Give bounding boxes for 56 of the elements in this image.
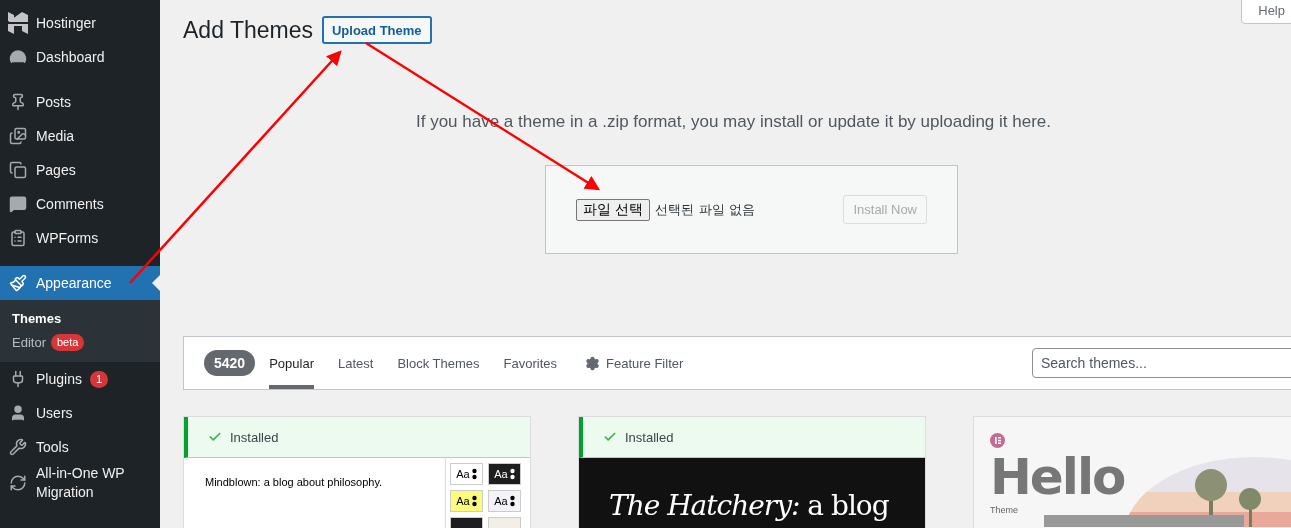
menu-item[interactable]: Plugins 1 (0, 362, 160, 396)
menu-item[interactable]: Hostinger (0, 6, 160, 40)
menu-icon (9, 161, 27, 179)
theme-card[interactable]: Installed The Hatchery: a blog (578, 416, 926, 528)
help-tab[interactable]: Help (1241, 0, 1291, 24)
logo-icon (8, 12, 28, 34)
choose-file-button[interactable]: 파일 선택 (576, 198, 651, 221)
beta-badge: beta (50, 334, 85, 351)
installed-label: Installed (230, 429, 279, 445)
menu-item[interactable]: Pages (0, 153, 160, 187)
filter-tab[interactable]: Block Themes (397, 337, 480, 389)
menu-icon (9, 438, 27, 456)
filter-tab[interactable]: Favorites (503, 337, 557, 389)
menu-item[interactable]: Posts (0, 85, 160, 119)
theme-tagline: Mindblown: a blog about philosophy. (205, 476, 384, 490)
elementor-icon (990, 433, 1005, 448)
menu-item[interactable]: All-in-One WP Migration (0, 464, 160, 502)
theme-count: 5420 (204, 350, 256, 376)
submenu-item[interactable]: Editor (12, 335, 46, 350)
menu-item[interactable]: Appearance (0, 266, 160, 300)
menu-icon (9, 229, 27, 247)
menu-icon (9, 195, 27, 213)
menu-icon (9, 127, 27, 145)
upload-theme-button[interactable]: Upload Theme (322, 16, 432, 44)
style-swatch: Aa (488, 490, 521, 512)
menu-item[interactable]: Tools (0, 430, 160, 464)
theme-subtitle: Theme (990, 505, 1019, 515)
filter-tab[interactable]: Latest (337, 337, 374, 389)
menu-item[interactable]: Users (0, 396, 160, 430)
page-title: Add Themes (183, 16, 313, 44)
menu-icon (9, 274, 27, 292)
menu-icon (9, 48, 27, 66)
file-status: 선택된 파일 없음 (655, 200, 755, 219)
style-swatch: Aa (450, 490, 483, 512)
feature-filter-button[interactable]: Feature Filter (585, 337, 684, 389)
submenu-item[interactable]: Themes (12, 311, 62, 326)
theme-card[interactable]: Installed Mindblown: a blog about philosophy. Aa Aa Aa Aa (183, 416, 531, 528)
theme-title: The Hatchery: a blog (609, 488, 890, 524)
theme-title: Hello (990, 452, 1125, 502)
menu-icon (9, 474, 27, 492)
check-icon (603, 430, 617, 444)
style-swatch: Aa (488, 463, 521, 485)
installed-label: Installed (625, 429, 674, 445)
menu-item[interactable]: Dashboard (0, 40, 160, 74)
theme-card[interactable]: Hello Theme (973, 416, 1291, 528)
filter-tab[interactable]: Popular (269, 337, 314, 389)
settings-icon (585, 355, 600, 371)
menu-item[interactable]: Comments (0, 187, 160, 221)
search-field[interactable]: Search themes... (1032, 348, 1291, 378)
menu-icon (9, 93, 27, 111)
count-badge: 1 (89, 370, 109, 388)
menu-item[interactable]: WPForms (0, 221, 160, 255)
menu-item[interactable]: Media (0, 119, 160, 153)
style-swatch: Aa (450, 463, 483, 485)
menu-icon (9, 404, 27, 422)
check-icon (208, 430, 222, 444)
